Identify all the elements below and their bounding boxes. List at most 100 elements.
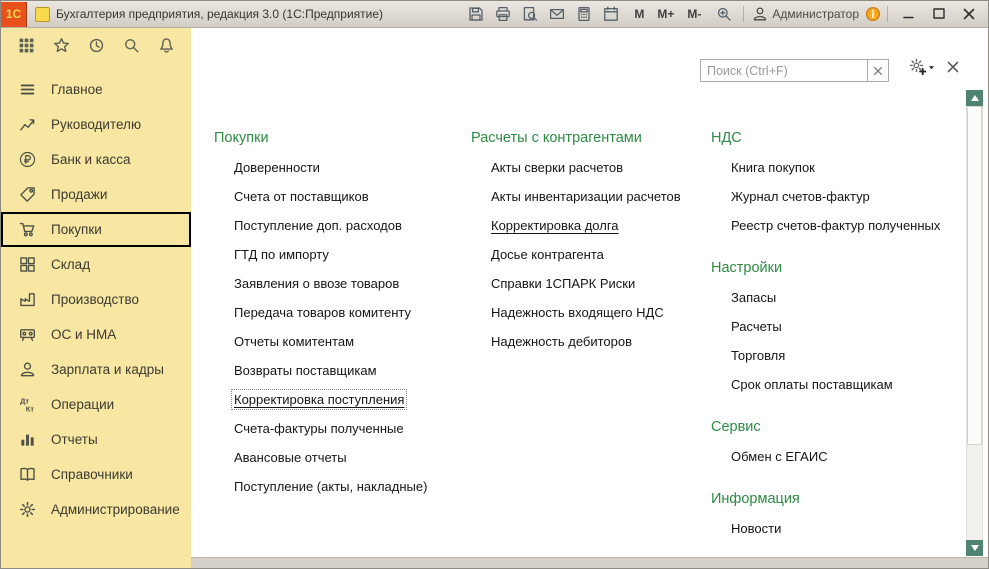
nav-link[interactable]: ГТД по импорту	[234, 247, 329, 262]
scrollbar-track[interactable]	[966, 106, 983, 540]
scroll-up-button[interactable]	[966, 90, 983, 106]
minimize-button[interactable]	[896, 4, 922, 24]
panel-settings-button[interactable]	[909, 58, 936, 75]
memory-m-plus-button[interactable]: М+	[654, 7, 677, 21]
dtkt-icon: Дт Кт	[19, 396, 36, 413]
nav-link[interactable]: Книга покупок	[731, 160, 815, 175]
titlebar-toolbar	[466, 4, 621, 24]
nav-link-row: Журнал счетов-фактур	[711, 182, 948, 211]
save-button[interactable]	[466, 4, 486, 24]
nav-link-row: Передача товаров комитенту	[214, 298, 471, 327]
print-preview-icon	[522, 6, 538, 22]
nav-link[interactable]: Акты сверки расчетов	[491, 160, 623, 175]
scrollbar[interactable]	[966, 90, 983, 556]
nav-link-row: Акты инвентаризации расчетов	[471, 182, 711, 211]
nav-link[interactable]: Новости	[731, 521, 781, 536]
section-information: Информация Новости	[711, 485, 948, 543]
nav-link[interactable]: Журнал счетов-фактур	[731, 189, 870, 204]
nav-link-row: Досье контрагента	[471, 240, 711, 269]
nav-link[interactable]: Срок оплаты поставщикам	[731, 377, 893, 392]
nav-link[interactable]: Отчеты комитентам	[234, 334, 354, 349]
sidebar-item-operations[interactable]: Дт Кт Операции	[1, 387, 191, 422]
sidebar-item-manager[interactable]: Руководителю	[1, 107, 191, 142]
print-icon	[495, 6, 511, 22]
zoom-button[interactable]	[714, 4, 734, 24]
nav-link[interactable]: Авансовые отчеты	[234, 450, 347, 465]
memory-m-minus-button[interactable]: М-	[684, 7, 704, 21]
help-button[interactable]	[863, 4, 883, 24]
bottom-frame	[191, 557, 988, 568]
nav-link[interactable]: Поступление доп. расходов	[234, 218, 402, 233]
mail-button[interactable]	[547, 4, 567, 24]
star-button[interactable]	[50, 34, 72, 56]
nav-link[interactable]: Запасы	[731, 290, 776, 305]
triangle-down-icon	[970, 545, 979, 551]
search-input[interactable]	[700, 59, 868, 82]
titlebar: 1С Бухгалтерия предприятия, редакция 3.0…	[1, 1, 988, 28]
nav-link[interactable]: Надежность входящего НДС	[491, 305, 664, 320]
sidebar-item-purchases[interactable]: Покупки	[1, 212, 191, 247]
nav-link-row: Счета-фактуры полученные	[214, 414, 471, 443]
nav-link[interactable]: Возвраты поставщикам	[234, 363, 377, 378]
sidebar-item-bank-cash[interactable]: Банк и касса	[1, 142, 191, 177]
save-icon	[468, 6, 484, 22]
nav-link[interactable]: Реестр счетов-фактур полученных	[731, 218, 940, 233]
maximize-button[interactable]	[926, 4, 952, 24]
sidebar-item-salary-hr[interactable]: Зарплата и кадры	[1, 352, 191, 387]
sidebar-item-fixed-assets[interactable]: ОС и НМА	[1, 317, 191, 352]
nav-link[interactable]: Поступление (акты, накладные)	[234, 479, 427, 494]
print-button[interactable]	[493, 4, 513, 24]
sidebar-item-label: Склад	[51, 257, 91, 272]
section-settlements: Расчеты с контрагентами Акты сверки расче…	[471, 124, 711, 356]
calculator-button[interactable]	[574, 4, 594, 24]
warehouse-icon	[19, 256, 36, 273]
history-button[interactable]	[85, 34, 107, 56]
app-icon	[35, 6, 50, 22]
sidebar-item-reports[interactable]: Отчеты	[1, 422, 191, 457]
1c-logo: 1С	[1, 1, 27, 27]
search-clear-button[interactable]	[868, 59, 889, 82]
nav-link[interactable]: Досье контрагента	[491, 247, 604, 262]
memory-m-button[interactable]: М	[631, 7, 647, 21]
sidebar-item-administration[interactable]: Администрирование	[1, 492, 191, 527]
nav-link[interactable]: Передача товаров комитенту	[234, 305, 411, 320]
search-button[interactable]	[120, 34, 142, 56]
nav-link[interactable]: Заявления о ввозе товаров	[234, 276, 399, 291]
print-preview-button[interactable]	[520, 4, 540, 24]
sidebar-item-label: Руководителю	[51, 117, 142, 132]
bell-icon	[158, 37, 175, 54]
sidebar-item-main[interactable]: Главное	[1, 72, 191, 107]
nav-link[interactable]: Торговля	[731, 348, 785, 363]
nav-link[interactable]: Корректировка поступления	[230, 389, 408, 410]
nav-link-row: Книга покупок	[711, 153, 948, 182]
apps-grid-button[interactable]	[15, 34, 37, 56]
nav-link-row: ГТД по импорту	[214, 240, 471, 269]
panel-close-button[interactable]	[944, 58, 962, 76]
close-button[interactable]	[956, 4, 982, 24]
nav-link-row: Справки 1СПАРК Риски	[471, 269, 711, 298]
nav-link[interactable]: Счета от поставщиков	[234, 189, 369, 204]
sidebar-item-label: ОС и НМА	[51, 327, 117, 342]
info-icon	[865, 6, 881, 22]
sidebar-item-production[interactable]: Производство	[1, 282, 191, 317]
scroll-down-button[interactable]	[966, 540, 983, 556]
nav-link[interactable]: Справки 1СПАРК Риски	[491, 276, 635, 291]
nav-link[interactable]: Доверенности	[234, 160, 320, 175]
panel-column-2: Расчеты с контрагентами Акты сверки расче…	[471, 124, 711, 554]
nav-link[interactable]: Надежность дебиторов	[491, 334, 632, 349]
sidebar-item-directories[interactable]: Справочники	[1, 457, 191, 492]
nav-link[interactable]: Обмен с ЕГАИС	[731, 449, 828, 464]
nav-link[interactable]: Корректировка долга	[491, 218, 619, 233]
current-user-button[interactable]: Администратор	[752, 6, 859, 22]
nav-link[interactable]: Акты инвентаризации расчетов	[491, 189, 681, 204]
bell-button[interactable]	[155, 34, 177, 56]
sidebar-item-sales[interactable]: Продажи	[1, 177, 191, 212]
sidebar: Главное Руководителю Банк и касса Продажи По…	[1, 28, 191, 568]
sidebar-item-warehouse[interactable]: Склад	[1, 247, 191, 282]
nav-link[interactable]: Счета-фактуры полученные	[234, 421, 404, 436]
nav-link[interactable]: Расчеты	[731, 319, 782, 334]
nav-link-row: Счета от поставщиков	[214, 182, 471, 211]
calendar-button[interactable]	[601, 4, 621, 24]
scrollbar-thumb[interactable]	[967, 106, 982, 445]
zoom-in-icon	[716, 6, 732, 22]
